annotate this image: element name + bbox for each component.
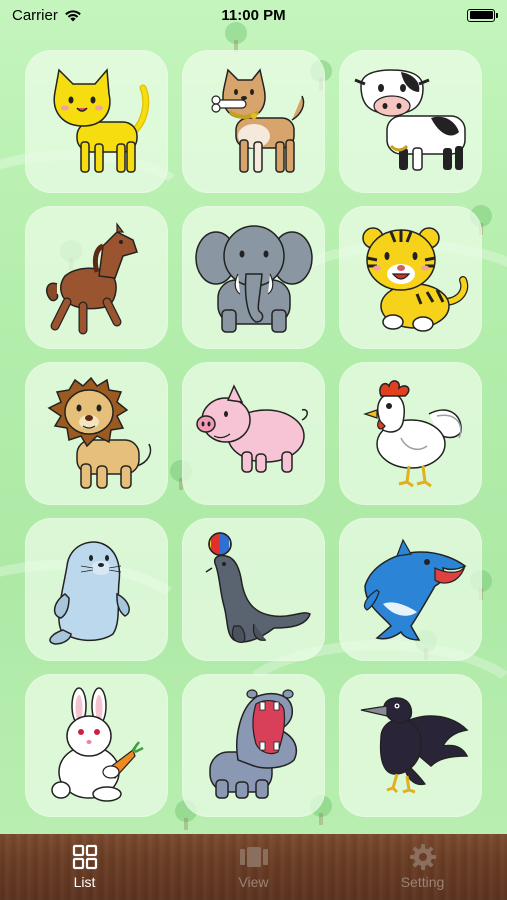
- film-icon: [239, 847, 268, 867]
- animal-tile-dolphin[interactable]: [339, 518, 482, 661]
- rooster-icon: [362, 379, 462, 487]
- animal-grid: [25, 50, 485, 817]
- wifi-icon: [65, 9, 81, 21]
- animal-tile-elephant[interactable]: [182, 206, 325, 349]
- hippo-icon: [208, 688, 297, 799]
- animal-tile-cat[interactable]: [25, 50, 168, 193]
- animal-tile-horse[interactable]: [25, 206, 168, 349]
- animal-tile-tiger[interactable]: [339, 206, 482, 349]
- animal-tile-rabbit[interactable]: [25, 674, 168, 817]
- dog-icon: [210, 67, 304, 173]
- animal-tile-lion[interactable]: [25, 362, 168, 505]
- seal-icon: [48, 540, 130, 645]
- animal-tile-crow[interactable]: [339, 674, 482, 817]
- animal-tile-hippo[interactable]: [182, 674, 325, 817]
- crow-icon: [360, 696, 469, 793]
- animal-tile-seal[interactable]: [25, 518, 168, 661]
- sea-lion-icon: [205, 531, 311, 643]
- tab-view[interactable]: View: [194, 844, 314, 890]
- animal-tile-dog[interactable]: [182, 50, 325, 193]
- status-time: 11:00 PM: [221, 6, 286, 24]
- tab-setting[interactable]: Setting: [363, 844, 483, 890]
- status-bar: Carrier 11:00 PM: [0, 0, 507, 30]
- grid-icon: [72, 844, 97, 870]
- rabbit-icon: [50, 686, 144, 802]
- animal-tile-pig[interactable]: [182, 362, 325, 505]
- animal-tile-rooster[interactable]: [339, 362, 482, 505]
- tab-list[interactable]: List: [25, 844, 145, 890]
- tab-setting-label: Setting: [400, 874, 445, 890]
- animal-tile-cow[interactable]: [339, 50, 482, 193]
- tab-bar: List View Setting: [0, 834, 507, 900]
- lion-icon: [47, 376, 151, 489]
- tab-list-label: List: [73, 874, 96, 890]
- dolphin-icon: [363, 538, 466, 641]
- battery-icon: [467, 8, 498, 22]
- elephant-icon: [194, 224, 313, 333]
- cow-icon: [353, 68, 466, 171]
- horse-icon: [45, 221, 138, 334]
- gear-icon: [409, 844, 436, 870]
- animal-tile-sea-lion[interactable]: [182, 518, 325, 661]
- cat-icon: [52, 67, 149, 173]
- tab-view-label: View: [238, 874, 269, 890]
- carrier-label: Carrier: [12, 6, 58, 24]
- tiger-icon: [361, 226, 468, 332]
- pig-icon: [195, 383, 308, 473]
